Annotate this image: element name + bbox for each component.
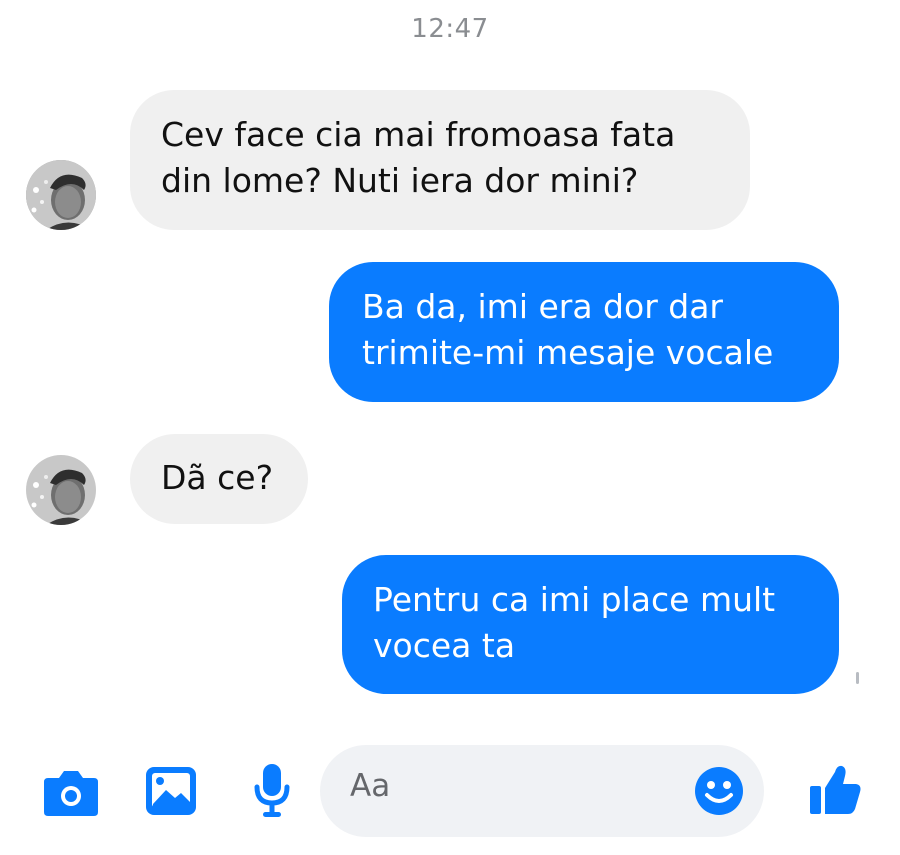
contact-avatar[interactable] <box>26 455 96 525</box>
message-input-placeholder: Aa <box>350 768 391 804</box>
chat-screen: 12:47 Cev face cia mai fromoasa fata din… <box>0 0 900 855</box>
message-text-line: Cev face cia mai fromoasa fata <box>161 115 676 154</box>
message-text-line: Ba da, imi era dor dar <box>362 287 723 326</box>
message-timestamp: 12:47 <box>411 14 489 44</box>
outgoing-message-bubble[interactable]: Pentru ca imi place mult vocea ta <box>342 555 839 694</box>
incoming-message-bubble[interactable]: Cev face cia mai fromoasa fata din lome?… <box>130 90 750 230</box>
message-text-line: Pentru ca imi place mult <box>373 580 776 619</box>
emoji-icon[interactable] <box>694 766 744 816</box>
message-input[interactable]: Aa <box>320 745 764 837</box>
contact-avatar[interactable] <box>26 160 96 230</box>
camera-icon[interactable] <box>42 768 100 818</box>
message-text-line: vocea ta <box>373 626 516 665</box>
incoming-message-bubble[interactable]: Dã ce? <box>130 434 308 524</box>
microphone-icon[interactable] <box>254 763 290 819</box>
read-indicator <box>856 672 859 684</box>
message-text-line: Dã ce? <box>161 458 274 497</box>
message-text-line: trimite-mi mesaje vocale <box>362 333 774 372</box>
like-icon[interactable] <box>808 762 862 816</box>
message-text-line: din lome? Nuti iera dor mini? <box>161 161 639 200</box>
outgoing-message-bubble[interactable]: Ba da, imi era dor dar trimite-mi mesaje… <box>329 262 839 402</box>
gallery-icon[interactable] <box>145 766 197 816</box>
